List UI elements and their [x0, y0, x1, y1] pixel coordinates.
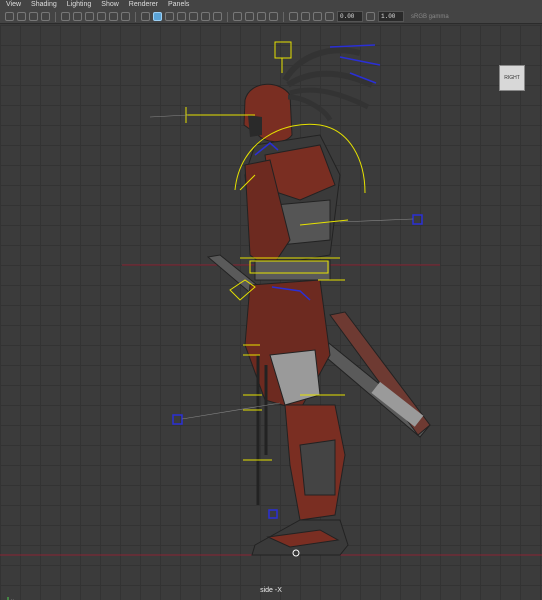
- camera-name-label: side -X: [260, 587, 282, 594]
- armored-character-mesh[interactable]: [243, 47, 374, 556]
- ik-target-lower[interactable]: [172, 414, 183, 425]
- motion-blur-icon[interactable]: [245, 12, 254, 21]
- shadows-icon[interactable]: [201, 12, 210, 21]
- menu-view[interactable]: View: [6, 0, 21, 10]
- depth-of-field-icon[interactable]: [269, 12, 278, 21]
- xray-active-icon[interactable]: [313, 12, 322, 21]
- wireframe-icon[interactable]: [141, 12, 150, 21]
- exposure-icon[interactable]: [325, 12, 334, 21]
- foot-pole-control[interactable]: [268, 509, 278, 519]
- menu-renderer[interactable]: Renderer: [129, 0, 158, 10]
- gate-mask-icon[interactable]: [97, 12, 106, 21]
- menu-lighting[interactable]: Lighting: [67, 0, 92, 10]
- toolbar-separator: [283, 11, 284, 22]
- isolate-icon[interactable]: [289, 12, 298, 21]
- safe-action-icon[interactable]: [121, 12, 130, 21]
- maya-viewport-window: View Shading Lighting Show Renderer Pane…: [0, 0, 542, 600]
- exposure-field[interactable]: 0.00: [337, 11, 363, 22]
- axis-gizmo-icon: Y: [7, 597, 14, 600]
- xray-joints-icon[interactable]: [301, 12, 310, 21]
- menu-panels[interactable]: Panels: [168, 0, 189, 10]
- scene-canvas: [0, 41, 542, 557]
- head-control[interactable]: [274, 41, 292, 59]
- ik-target-upper[interactable]: [412, 214, 423, 225]
- wireframe-on-shaded-icon[interactable]: [165, 12, 174, 21]
- panel-menubar: View Shading Lighting Show Renderer Pane…: [0, 0, 542, 10]
- anti-aliasing-icon[interactable]: [257, 12, 266, 21]
- camera-attributes-icon[interactable]: [17, 12, 26, 21]
- viewcube[interactable]: RIGHT: [499, 65, 525, 91]
- shaded-icon[interactable]: [153, 12, 162, 21]
- menu-shading[interactable]: Shading: [31, 0, 57, 10]
- grid-icon[interactable]: [61, 12, 70, 21]
- textured-icon[interactable]: [177, 12, 186, 21]
- toolbar-separator: [227, 11, 228, 22]
- panel-toolbar: 0.00 1.00 sRGB gamma: [0, 10, 542, 24]
- bookmark-icon[interactable]: [29, 12, 38, 21]
- toolbar-separator: [55, 11, 56, 22]
- field-chart-icon[interactable]: [109, 12, 118, 21]
- camera-icon[interactable]: [5, 12, 14, 21]
- light-icon[interactable]: [189, 12, 198, 21]
- colorspace-label[interactable]: sRGB gamma: [411, 14, 449, 20]
- image-plane-icon[interactable]: [41, 12, 50, 21]
- gamma-icon[interactable]: [366, 12, 375, 21]
- xray-icon[interactable]: [213, 12, 222, 21]
- 3d-viewport[interactable]: RIGHT Y: [0, 25, 542, 600]
- gamma-field[interactable]: 1.00: [378, 11, 404, 22]
- menu-show[interactable]: Show: [101, 0, 119, 10]
- ambient-occlusion-icon[interactable]: [233, 12, 242, 21]
- toolbar-separator: [135, 11, 136, 22]
- resolution-gate-icon[interactable]: [85, 12, 94, 21]
- film-gate-icon[interactable]: [73, 12, 82, 21]
